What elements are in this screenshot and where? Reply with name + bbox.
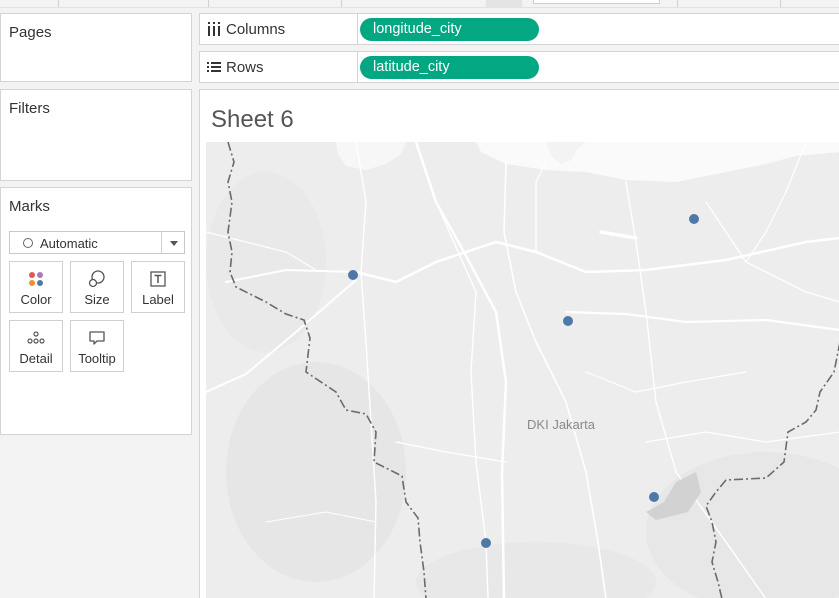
toolbar-tab[interactable] — [486, 0, 522, 7]
tooltip-bubble-icon — [89, 331, 105, 345]
label-button-label: Label — [142, 292, 174, 307]
terrain-shade — [226, 362, 406, 582]
sheet-title: Sheet 6 — [211, 106, 294, 133]
circle-mark-icon — [23, 238, 33, 248]
color-button[interactable]: Color — [9, 261, 63, 313]
columns-shelf[interactable]: Columns longitude_city — [199, 13, 839, 45]
label-button[interactable]: Label — [131, 261, 185, 313]
filters-title: Filters — [9, 100, 50, 117]
dropdown-divider — [161, 232, 162, 253]
columns-icon — [208, 22, 220, 36]
rows-shelf[interactable]: Rows latitude_city — [199, 51, 839, 83]
city-mark[interactable] — [348, 270, 358, 280]
size-button-label: Size — [84, 292, 110, 307]
terrain-shade — [416, 542, 656, 598]
latitude-pill[interactable]: latitude_city — [360, 56, 539, 79]
map-view[interactable]: DKI Jakarta — [206, 142, 839, 598]
tooltip-button-label: Tooltip — [78, 351, 116, 366]
pages-title: Pages — [9, 24, 52, 41]
toolbar-divider — [341, 0, 342, 7]
chevron-down-icon — [170, 241, 178, 246]
toolbar-divider — [208, 0, 209, 7]
marks-card: Marks Automatic Color Size Label Detail … — [0, 187, 192, 435]
shelf-divider — [357, 14, 358, 44]
marks-title: Marks — [9, 198, 50, 215]
toolbar-divider — [58, 0, 59, 7]
mark-type-value: Automatic — [40, 236, 98, 251]
harbor-area — [336, 142, 406, 170]
size-circles-icon — [88, 270, 105, 288]
columns-label: Columns — [226, 21, 286, 38]
map-canvas[interactable]: DKI Jakarta — [206, 142, 839, 598]
mark-type-dropdown[interactable]: Automatic — [9, 231, 185, 254]
detail-button[interactable]: Detail — [9, 320, 63, 372]
tooltip-button[interactable]: Tooltip — [70, 320, 124, 372]
worksheet-view: Sheet 6 DKI Jakarta — [199, 89, 839, 598]
pages-card[interactable]: Pages — [0, 13, 192, 82]
city-mark[interactable] — [481, 538, 491, 548]
toolbar-divider — [677, 0, 678, 7]
terrain-shade — [646, 452, 839, 598]
terrain-shade — [206, 172, 326, 352]
longitude-pill[interactable]: longitude_city — [360, 18, 539, 41]
sea-area — [476, 142, 839, 182]
region-label: DKI Jakarta — [527, 417, 596, 432]
color-dots-icon — [29, 272, 43, 286]
city-mark[interactable] — [649, 492, 659, 502]
size-button[interactable]: Size — [70, 261, 124, 313]
toolbar-divider — [780, 0, 781, 7]
city-mark[interactable] — [563, 316, 573, 326]
detail-button-label: Detail — [19, 351, 53, 366]
filters-card[interactable]: Filters — [0, 89, 192, 181]
label-text-icon — [150, 271, 166, 287]
rows-icon — [207, 62, 221, 72]
top-toolbar-strip — [0, 0, 839, 8]
detail-dots-icon — [27, 331, 45, 344]
toolbar-field[interactable] — [533, 0, 660, 4]
city-mark[interactable] — [689, 214, 699, 224]
color-button-label: Color — [20, 292, 52, 307]
rows-label: Rows — [226, 59, 264, 76]
shelf-divider — [357, 52, 358, 82]
